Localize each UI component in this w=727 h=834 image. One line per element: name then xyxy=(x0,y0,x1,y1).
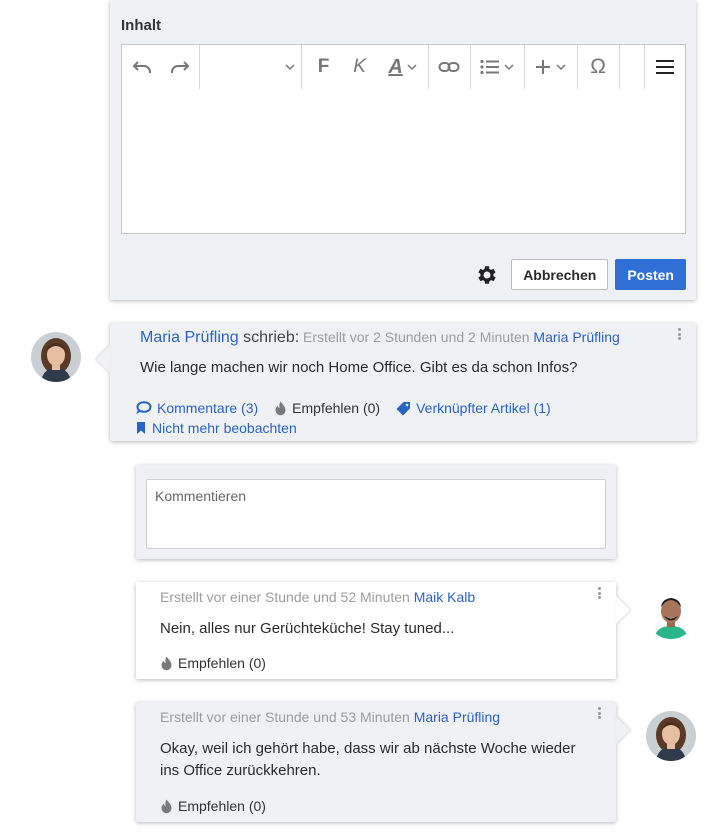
recommend-label: Empfehlen (0) xyxy=(178,798,266,814)
italic-icon: K xyxy=(353,56,366,77)
reply-text: Nein, alles nur Gerüchteküche! Stay tune… xyxy=(160,620,455,637)
unwatch-label: Nicht mehr beobachten xyxy=(152,420,297,436)
link-group xyxy=(429,45,471,89)
bookmark-icon xyxy=(137,422,145,434)
special-char-button[interactable]: Ω xyxy=(578,45,619,89)
reply-author-avatar[interactable] xyxy=(646,589,696,639)
flame-icon xyxy=(161,656,172,670)
recommend-label: Empfehlen (0) xyxy=(292,400,381,416)
comments-link[interactable]: Kommentare (3) xyxy=(135,400,258,416)
reply-card: Erstellt vor einer Stunde und 52 Minuten… xyxy=(136,582,630,679)
editor-actions: Abbrechen Posten xyxy=(475,259,686,290)
more-menu-button[interactable] xyxy=(645,45,685,89)
flame-icon xyxy=(275,401,286,415)
post-wrote-label: schrieb: xyxy=(238,329,300,346)
font-color-icon: A xyxy=(388,55,403,78)
redo-icon xyxy=(171,61,190,73)
bold-icon: F xyxy=(317,56,330,77)
reply-header: Erstellt vor einer Stunde und 52 Minuten… xyxy=(160,589,475,607)
post-header: Maria Prüfling schrieb: Erstellt vor 2 S… xyxy=(140,329,620,347)
reply-recommend-link[interactable]: Empfehlen (0) xyxy=(160,655,266,671)
link-icon xyxy=(438,62,460,72)
linked-article-link[interactable]: Verknüpfter Artikel (1) xyxy=(396,400,551,416)
reply-author-avatar[interactable] xyxy=(646,711,696,761)
plus-icon xyxy=(536,60,551,74)
toolbar-spacer xyxy=(620,45,646,89)
reply-options-icon[interactable] xyxy=(598,587,602,599)
post-actions: Kommentare (3) Empfehlen (0) Verknüpfter… xyxy=(135,398,567,438)
linked-article-label: Verknüpfter Artikel (1) xyxy=(416,400,551,416)
tag-icon xyxy=(396,401,411,415)
woman-avatar-icon xyxy=(31,332,81,382)
chevron-down-icon xyxy=(407,64,417,71)
flame-icon xyxy=(161,799,172,813)
heading-select[interactable] xyxy=(200,45,302,89)
reply-timestamp: Erstellt vor einer Stunde und 52 Minuten xyxy=(160,589,414,605)
reply-pointer xyxy=(616,716,630,744)
comments-icon xyxy=(136,400,152,414)
chevron-down-icon xyxy=(556,64,566,71)
chevron-down-icon xyxy=(504,64,514,71)
hamburger-menu-icon xyxy=(656,60,675,74)
omega-icon: Ω xyxy=(590,55,606,78)
italic-button[interactable]: K xyxy=(342,45,378,89)
post-creator-link[interactable]: Maria Prüfling xyxy=(533,329,619,345)
reply-author-link[interactable]: Maria Prüfling xyxy=(414,709,500,725)
reply-pointer xyxy=(616,596,630,624)
post-author-link[interactable]: Maria Prüfling xyxy=(140,329,239,346)
reply-recommend-link[interactable]: Empfehlen (0) xyxy=(160,798,266,814)
cancel-button[interactable]: Abbrechen xyxy=(511,259,609,290)
insert-button[interactable] xyxy=(525,45,577,89)
comment-input[interactable] xyxy=(146,479,606,549)
redo-button[interactable] xyxy=(161,45,199,89)
editor-toolbar: F K A Ω xyxy=(121,44,686,90)
link-button[interactable] xyxy=(429,45,470,89)
bold-button[interactable]: F xyxy=(306,45,342,89)
post-card: Maria Prüfling schrieb: Erstellt vor 2 S… xyxy=(96,323,696,441)
insert-group xyxy=(525,45,578,89)
special-char-group: Ω xyxy=(578,45,620,89)
man-avatar-icon xyxy=(646,589,696,639)
format-group: F K A xyxy=(302,45,429,89)
woman-avatar-icon xyxy=(646,711,696,761)
font-color-button[interactable]: A xyxy=(378,45,428,89)
list-group xyxy=(471,45,525,89)
rich-text-area[interactable] xyxy=(121,89,686,234)
post-timestamp: Erstellt vor 2 Stunden und 2 Minuten xyxy=(299,329,534,345)
post-text: Wie lange machen wir noch Home Office. G… xyxy=(140,359,578,376)
undo-button[interactable] xyxy=(122,45,161,89)
reply-text: Okay, weil ich gehört habe, dass wir ab … xyxy=(160,740,576,779)
history-group xyxy=(122,45,201,89)
recommend-label: Empfehlen (0) xyxy=(178,655,266,671)
post-options-icon[interactable] xyxy=(678,328,682,340)
reply-card: Erstellt vor einer Stunde und 53 Minuten… xyxy=(136,702,630,822)
comment-composer xyxy=(136,465,616,559)
post-editor-card: Inhalt F K A Ω Abbrechen Posten xyxy=(110,0,696,300)
list-button[interactable] xyxy=(471,45,524,89)
reply-author-link[interactable]: Maik Kalb xyxy=(414,589,475,605)
comments-label: Kommentare (3) xyxy=(157,400,259,416)
gear-icon[interactable] xyxy=(475,263,499,287)
reply-timestamp: Erstellt vor einer Stunde und 53 Minuten xyxy=(160,709,414,725)
unwatch-link[interactable]: Nicht mehr beobachten xyxy=(135,420,297,436)
reply-options-icon[interactable] xyxy=(598,707,602,719)
post-pointer xyxy=(96,345,110,373)
chevron-down-icon xyxy=(285,64,295,71)
undo-icon xyxy=(132,61,151,73)
post-button[interactable]: Posten xyxy=(615,259,686,290)
recommend-link[interactable]: Empfehlen (0) xyxy=(274,400,380,416)
list-icon xyxy=(480,59,500,75)
editor-label: Inhalt xyxy=(121,17,161,34)
reply-header: Erstellt vor einer Stunde und 53 Minuten… xyxy=(160,709,500,727)
author-avatar[interactable] xyxy=(31,332,81,382)
